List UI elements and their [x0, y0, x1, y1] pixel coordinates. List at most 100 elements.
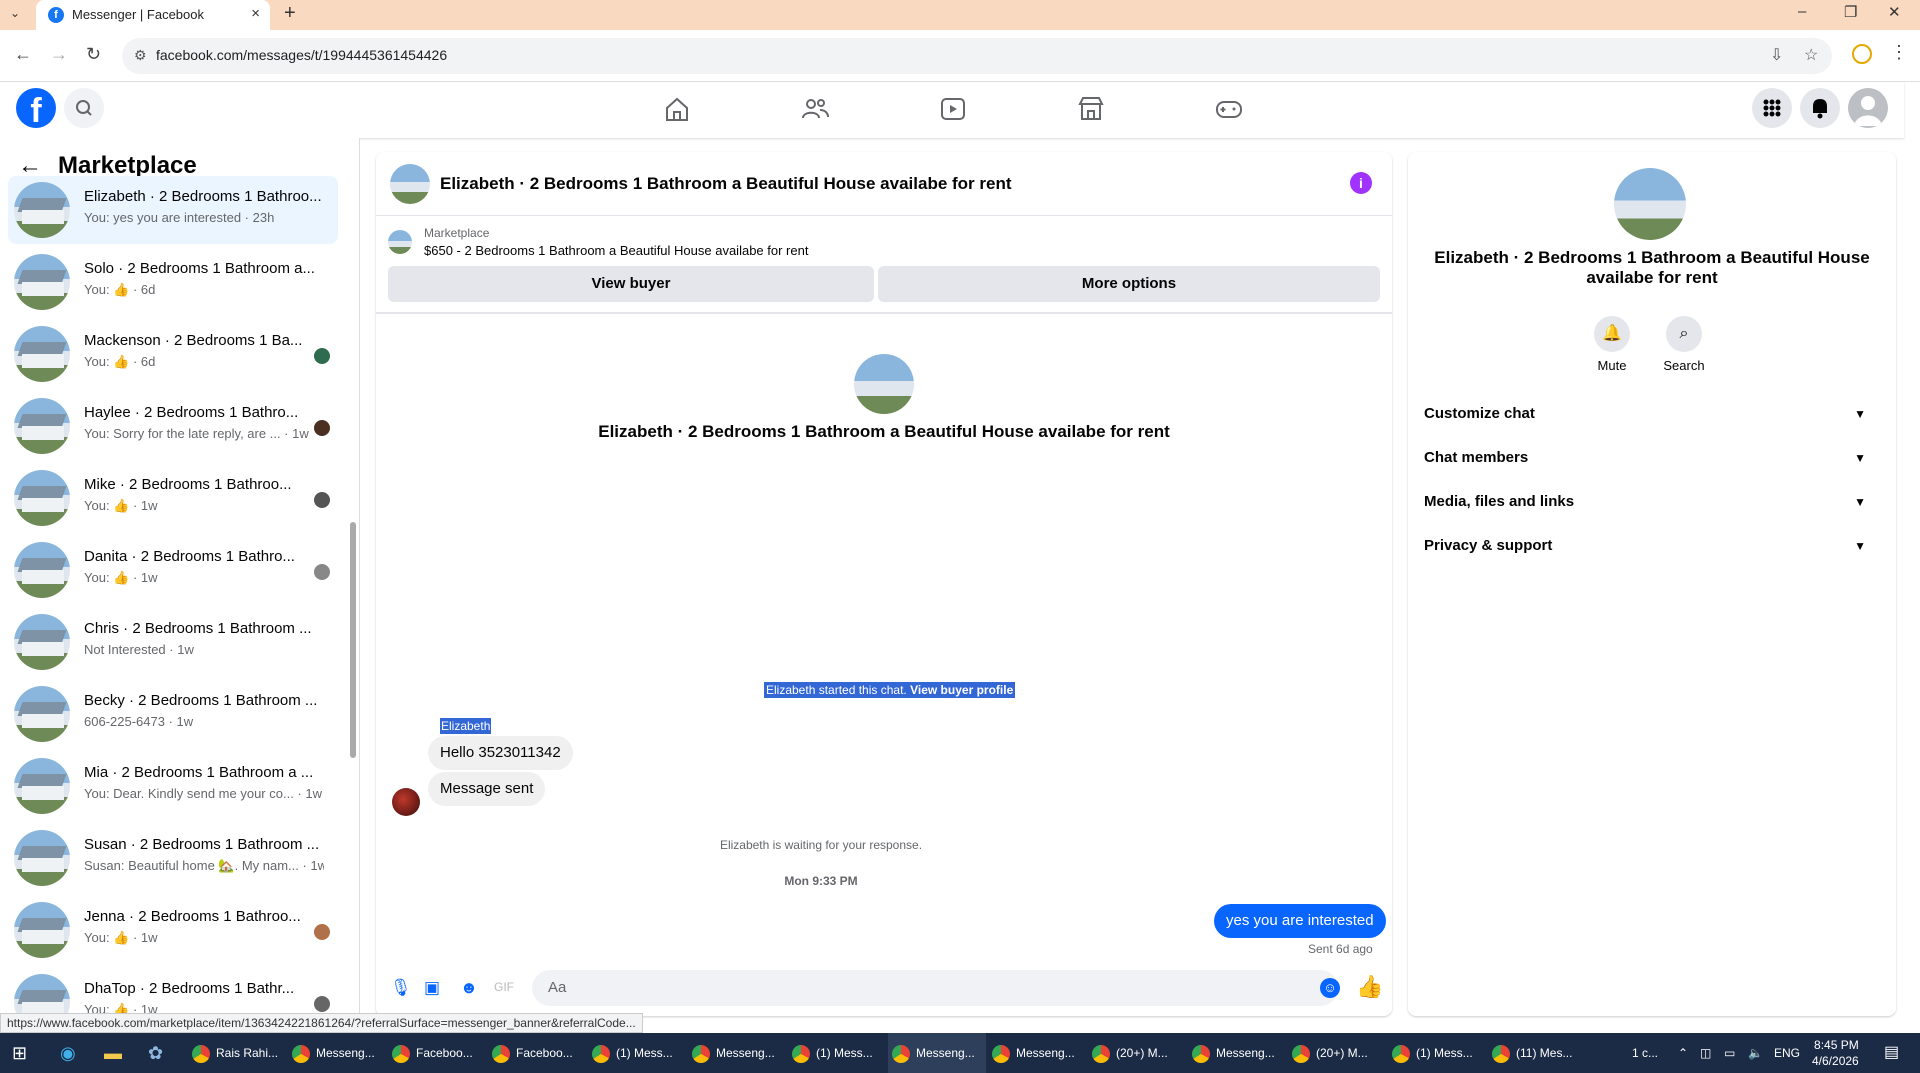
conversation-preview: Susan: Beautiful home 🏡. My nam... · 1w — [84, 858, 324, 873]
address-bar[interactable]: ⚙ facebook.com/messages/t/19944453614544… — [122, 38, 1832, 74]
tray-chevron-icon[interactable]: ⌃ — [1678, 1033, 1688, 1073]
conversation-item[interactable]: Susan · 2 Bedrooms 1 Bathroom ... Susan:… — [8, 824, 338, 892]
taskbar-window[interactable]: Messeng... — [1188, 1033, 1286, 1073]
language-indicator[interactable]: ENG — [1774, 1033, 1800, 1073]
facebook-search-button[interactable] — [64, 88, 104, 128]
message-input[interactable]: Aa — [532, 970, 1338, 1006]
browser-menu-icon[interactable]: ⋮ — [1890, 42, 1908, 63]
taskbar-window[interactable]: (1) Mess... — [788, 1033, 886, 1073]
taskbar-window[interactable]: (11) Mes... — [1488, 1033, 1586, 1073]
sidebar-scrollbar[interactable] — [350, 522, 356, 758]
photo-icon[interactable]: ▣ — [424, 978, 440, 998]
taskbar-window[interactable]: Messeng... — [288, 1033, 386, 1073]
video-icon[interactable] — [938, 94, 968, 124]
search-in-chat-button[interactable]: ⌕ Search — [1654, 316, 1714, 373]
account-avatar[interactable] — [1848, 88, 1888, 128]
conversation-item[interactable]: Haylee · 2 Bedrooms 1 Bathro... You: Sor… — [8, 392, 338, 460]
conversation-name: Danita · 2 Bedrooms 1 Bathro... — [84, 548, 295, 565]
menu-grid-button[interactable] — [1752, 88, 1792, 128]
install-app-icon[interactable]: ⇩ — [1770, 45, 1783, 65]
url-text[interactable]: facebook.com/messages/t/1994445361454426 — [156, 47, 447, 63]
minimize-icon[interactable]: – — [1798, 3, 1806, 20]
bookmark-star-icon[interactable]: ☆ — [1804, 45, 1818, 65]
friends-icon[interactable] — [800, 94, 830, 124]
incoming-message[interactable]: Hello 3523011342 — [428, 736, 573, 770]
system-clock[interactable]: 8:45 PM 4/6/2026 — [1812, 1037, 1859, 1069]
tray-notification-count[interactable]: 1 c... — [1632, 1033, 1658, 1073]
listing-thumbnail — [14, 974, 70, 1015]
mute-button[interactable]: 🔔 Mute — [1582, 316, 1642, 373]
default-avatar-icon — [1854, 96, 1882, 126]
gif-icon[interactable]: GIF — [494, 980, 514, 994]
incoming-message[interactable]: Message sent — [428, 772, 546, 806]
conversation-preview: You: Sorry for the late reply, are ... ·… — [84, 426, 309, 441]
volume-icon[interactable]: 🔈 — [1748, 1033, 1763, 1073]
file-explorer-icon[interactable]: ▬ — [104, 1033, 122, 1073]
view-buyer-profile-link[interactable]: View buyer profile — [910, 683, 1013, 697]
outgoing-message[interactable]: yes you are interested — [1214, 904, 1386, 938]
privacy-support-section[interactable]: Privacy & support ▼ — [1424, 528, 1880, 564]
conversation-item[interactable]: Jenna · 2 Bedrooms 1 Bathroo... You: 👍 ·… — [8, 896, 338, 964]
thumbs-up-icon[interactable]: 👍 — [1356, 974, 1383, 1000]
conversation-item[interactable]: DhaTop · 2 Bedrooms 1 Bathr... You: 👍 · … — [8, 968, 338, 1015]
conversation-item[interactable]: Mia · 2 Bedrooms 1 Bathroom a ... You: D… — [8, 752, 338, 820]
notification-center-icon[interactable]: ▤ — [1884, 1033, 1899, 1073]
network-icon[interactable]: ▭ — [1724, 1033, 1735, 1073]
customize-chat-section[interactable]: Customize chat ▼ — [1424, 396, 1880, 432]
taskbar-window[interactable]: Messeng... — [988, 1033, 1086, 1073]
windows-start-icon[interactable]: ⊞ — [12, 1033, 27, 1073]
chat-listing-thumbnail[interactable] — [390, 164, 430, 204]
view-buyer-button[interactable]: View buyer — [388, 266, 874, 302]
taskbar-window[interactable]: Messeng... — [688, 1033, 786, 1073]
sticker-icon[interactable]: ☻ — [460, 978, 478, 998]
chat-title[interactable]: Elizabeth · 2 Bedrooms 1 Bathroom a Beau… — [440, 174, 1012, 194]
gaming-icon[interactable] — [1214, 94, 1244, 124]
listing-thumbnail — [14, 182, 70, 238]
browser-tab-messenger[interactable]: f Messenger | Facebook × — [36, 0, 270, 30]
info-icon[interactable]: i — [1350, 172, 1372, 194]
reload-icon[interactable]: ↻ — [86, 44, 101, 65]
taskbar-window[interactable]: (20+) M... — [1288, 1033, 1386, 1073]
taskbar-window[interactable]: Faceboo... — [388, 1033, 486, 1073]
conversation-preview: You: 👍 · 6d — [84, 354, 156, 369]
new-tab-icon[interactable]: + — [284, 2, 296, 25]
started-text: Elizabeth started this chat. — [766, 683, 907, 697]
grid-icon — [1763, 99, 1781, 117]
back-arrow-icon[interactable]: ← — [18, 152, 42, 179]
taskbar-window[interactable]: Faceboo... — [488, 1033, 586, 1073]
tray-app-icon[interactable]: ◫ — [1700, 1033, 1711, 1073]
taskbar-window[interactable]: (1) Mess... — [1388, 1033, 1486, 1073]
media-files-links-section[interactable]: Media, files and links ▼ — [1424, 484, 1880, 520]
sender-avatar[interactable] — [392, 788, 420, 816]
taskbar-window[interactable]: (1) Mess... — [588, 1033, 686, 1073]
notifications-button[interactable] — [1800, 88, 1840, 128]
app-icon[interactable]: ✿ — [148, 1033, 163, 1073]
forward-icon[interactable]: → — [50, 44, 68, 65]
edge-icon[interactable]: ◉ — [60, 1033, 76, 1073]
browser-profile-icon[interactable] — [1852, 44, 1872, 64]
conversation-item[interactable]: Mackenson · 2 Bedrooms 1 Ba... You: 👍 · … — [8, 320, 338, 388]
conversation-item[interactable]: Becky · 2 Bedrooms 1 Bathroom ... 606-22… — [8, 680, 338, 748]
conversation-item[interactable]: Chris · 2 Bedrooms 1 Bathroom ... Not In… — [8, 608, 338, 676]
tab-search-dropdown-icon[interactable]: ⌄ — [10, 6, 20, 20]
microphone-icon[interactable]: 🎙 — [390, 978, 412, 998]
more-options-button[interactable]: More options — [878, 266, 1380, 302]
back-icon[interactable]: ← — [14, 44, 32, 65]
emoji-icon[interactable]: ☺ — [1320, 978, 1340, 998]
taskbar-window-active[interactable]: Messeng... — [888, 1033, 986, 1073]
close-tab-icon[interactable]: × — [251, 5, 260, 22]
home-icon[interactable] — [662, 94, 692, 124]
taskbar-window[interactable]: (20+) M... — [1088, 1033, 1186, 1073]
chat-members-section[interactable]: Chat members ▼ — [1424, 440, 1880, 476]
conversation-item[interactable]: Mike · 2 Bedrooms 1 Bathroo... You: 👍 · … — [8, 464, 338, 532]
close-window-icon[interactable]: ✕ — [1888, 3, 1901, 21]
conversation-item[interactable]: Solo · 2 Bedrooms 1 Bathroom a... You: 👍… — [8, 248, 338, 316]
conversation-item[interactable]: Elizabeth · 2 Bedrooms 1 Bathroo... You:… — [8, 176, 338, 244]
taskbar-window[interactable]: Rais Rahi... — [188, 1033, 286, 1073]
facebook-logo-icon[interactable]: f — [16, 88, 56, 130]
site-info-icon[interactable]: ⚙ — [134, 47, 147, 64]
marketplace-icon[interactable] — [1076, 94, 1106, 124]
conversation-item[interactable]: Danita · 2 Bedrooms 1 Bathro... You: 👍 ·… — [8, 536, 338, 604]
conversation-name: Mackenson · 2 Bedrooms 1 Ba... — [84, 332, 303, 349]
maximize-icon[interactable]: ❐ — [1844, 3, 1857, 21]
